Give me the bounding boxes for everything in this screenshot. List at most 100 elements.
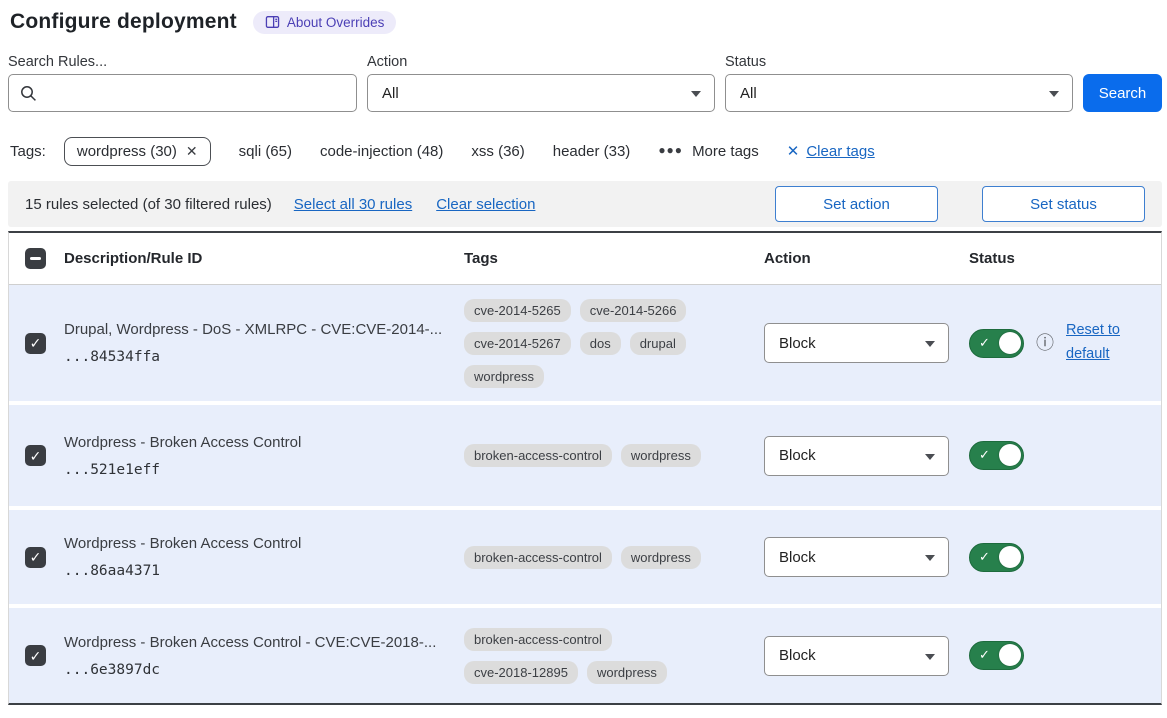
search-icon (20, 85, 37, 106)
rule-description: Wordpress - Broken Access Control (64, 535, 464, 552)
chevron-down-icon (925, 341, 935, 347)
select-all-checkbox[interactable] (25, 248, 46, 269)
selected-tag-wordpress[interactable]: wordpress (30) ✕ (64, 137, 211, 166)
row-checkbox[interactable]: ✓ (25, 445, 46, 466)
chevron-down-icon (1049, 91, 1059, 97)
tag-pill: cve-2014-5266 (580, 299, 687, 322)
table-row: ✓ Drupal, Wordpress - DoS - XMLRPC - CVE… (9, 285, 1161, 401)
tags-bar: Tags: wordpress (30) ✕ sqli (65) code-in… (10, 134, 1162, 168)
col-action: Action (764, 250, 969, 267)
action-filter-value: All (382, 85, 399, 102)
tag-pill: cve-2014-5265 (464, 299, 571, 322)
clear-tags-label: Clear tags (806, 143, 874, 160)
toggle-check-icon: ✓ (979, 549, 990, 565)
search-button[interactable]: Search (1083, 74, 1162, 112)
status-toggle[interactable]: ✓ (969, 329, 1024, 358)
action-select[interactable]: Block (764, 636, 949, 676)
selected-tag-label: wordpress (30) (77, 143, 177, 160)
row-checkbox[interactable]: ✓ (25, 645, 46, 666)
tag-sqli[interactable]: sqli (65) (239, 143, 292, 160)
more-tags-button[interactable]: ●●● More tags (658, 143, 758, 160)
ellipsis-icon: ●●● (658, 143, 683, 157)
action-select[interactable]: Block (764, 537, 949, 577)
set-status-button[interactable]: Set status (982, 186, 1145, 222)
rule-id: ...84534ffa (64, 349, 464, 365)
action-value: Block (779, 549, 816, 566)
search-rules-input[interactable] (45, 75, 345, 111)
col-status: Status (969, 250, 1161, 267)
col-tags: Tags (464, 250, 764, 267)
status-filter-label: Status (725, 54, 1073, 70)
search-rules-label: Search Rules... (8, 54, 357, 70)
about-overrides-badge[interactable]: About Overrides (253, 11, 397, 34)
status-toggle[interactable]: ✓ (969, 543, 1024, 572)
tag-code-injection[interactable]: code-injection (48) (320, 143, 443, 160)
toggle-check-icon: ✓ (979, 647, 990, 663)
rule-tags: broken-access-control wordpress (464, 444, 729, 467)
remove-tag-icon[interactable]: ✕ (186, 143, 198, 160)
rule-tags: broken-access-control cve-2018-12895 wor… (464, 628, 729, 684)
clear-selection-link[interactable]: Clear selection (436, 196, 535, 213)
action-filter-select[interactable]: All (367, 74, 715, 112)
tag-header[interactable]: header (33) (553, 143, 631, 160)
col-description: Description/Rule ID (64, 250, 464, 267)
action-filter-label: Action (367, 54, 715, 70)
chevron-down-icon (925, 454, 935, 460)
info-icon[interactable]: ⓘ (1036, 334, 1054, 352)
tag-pill: wordpress (621, 444, 701, 467)
action-value: Block (779, 335, 816, 352)
tag-pill: cve-2014-5267 (464, 332, 571, 355)
tag-xss[interactable]: xss (36) (471, 143, 524, 160)
tag-pill: broken-access-control (464, 628, 612, 651)
tags-label: Tags: (10, 143, 46, 160)
tag-pill: wordpress (587, 661, 667, 684)
rule-description: Drupal, Wordpress - DoS - XMLRPC - CVE:C… (64, 321, 464, 338)
chevron-down-icon (925, 654, 935, 660)
tag-pill: wordpress (464, 365, 544, 388)
action-select[interactable]: Block (764, 436, 949, 476)
search-rules-box (8, 74, 357, 112)
page-header: Configure deployment About Overrides (10, 10, 1162, 34)
selection-summary: 15 rules selected (of 30 filtered rules) (25, 196, 272, 213)
rule-id: ...86aa4371 (64, 563, 464, 579)
status-toggle[interactable]: ✓ (969, 641, 1024, 670)
table-header: Description/Rule ID Tags Action Status (9, 233, 1161, 285)
filters-row: Search Rules... Action All Status All (8, 54, 1162, 112)
page-title: Configure deployment (10, 10, 237, 34)
table-row: ✓ Wordpress - Broken Access Control ...8… (9, 510, 1161, 604)
rule-tags: broken-access-control wordpress (464, 546, 729, 569)
table-row: ✓ Wordpress - Broken Access Control - CV… (9, 608, 1161, 703)
action-select[interactable]: Block (764, 323, 949, 363)
set-action-button[interactable]: Set action (775, 186, 938, 222)
rule-id: ...6e3897dc (64, 662, 464, 678)
tag-pill: cve-2018-12895 (464, 661, 578, 684)
rule-tags: cve-2014-5265 cve-2014-5266 cve-2014-526… (464, 299, 729, 388)
rules-table: Description/Rule ID Tags Action Status ✓… (8, 231, 1162, 705)
more-tags-label: More tags (692, 143, 759, 160)
status-toggle[interactable]: ✓ (969, 441, 1024, 470)
status-filter-select[interactable]: All (725, 74, 1073, 112)
reset-to-default-link[interactable]: Reset to default (1066, 319, 1130, 367)
clear-tags-button[interactable]: ✕ Clear tags (787, 142, 875, 160)
clear-tags-icon: ✕ (787, 142, 800, 160)
select-all-link[interactable]: Select all 30 rules (294, 196, 412, 213)
table-row: ✓ Wordpress - Broken Access Control ...5… (9, 405, 1161, 506)
selection-bar: 15 rules selected (of 30 filtered rules)… (8, 181, 1162, 227)
about-overrides-label: About Overrides (287, 15, 385, 30)
tag-pill: wordpress (621, 546, 701, 569)
action-value: Block (779, 647, 816, 664)
rule-description: Wordpress - Broken Access Control (64, 434, 464, 451)
rule-id: ...521e1eff (64, 462, 464, 478)
tag-pill: dos (580, 332, 621, 355)
book-icon (265, 15, 280, 29)
chevron-down-icon (925, 555, 935, 561)
row-checkbox[interactable]: ✓ (25, 547, 46, 568)
tag-pill: broken-access-control (464, 444, 612, 467)
row-checkbox[interactable]: ✓ (25, 333, 46, 354)
chevron-down-icon (691, 91, 701, 97)
tag-pill: drupal (630, 332, 686, 355)
toggle-check-icon: ✓ (979, 335, 990, 351)
action-value: Block (779, 447, 816, 464)
toggle-check-icon: ✓ (979, 447, 990, 463)
tag-pill: broken-access-control (464, 546, 612, 569)
